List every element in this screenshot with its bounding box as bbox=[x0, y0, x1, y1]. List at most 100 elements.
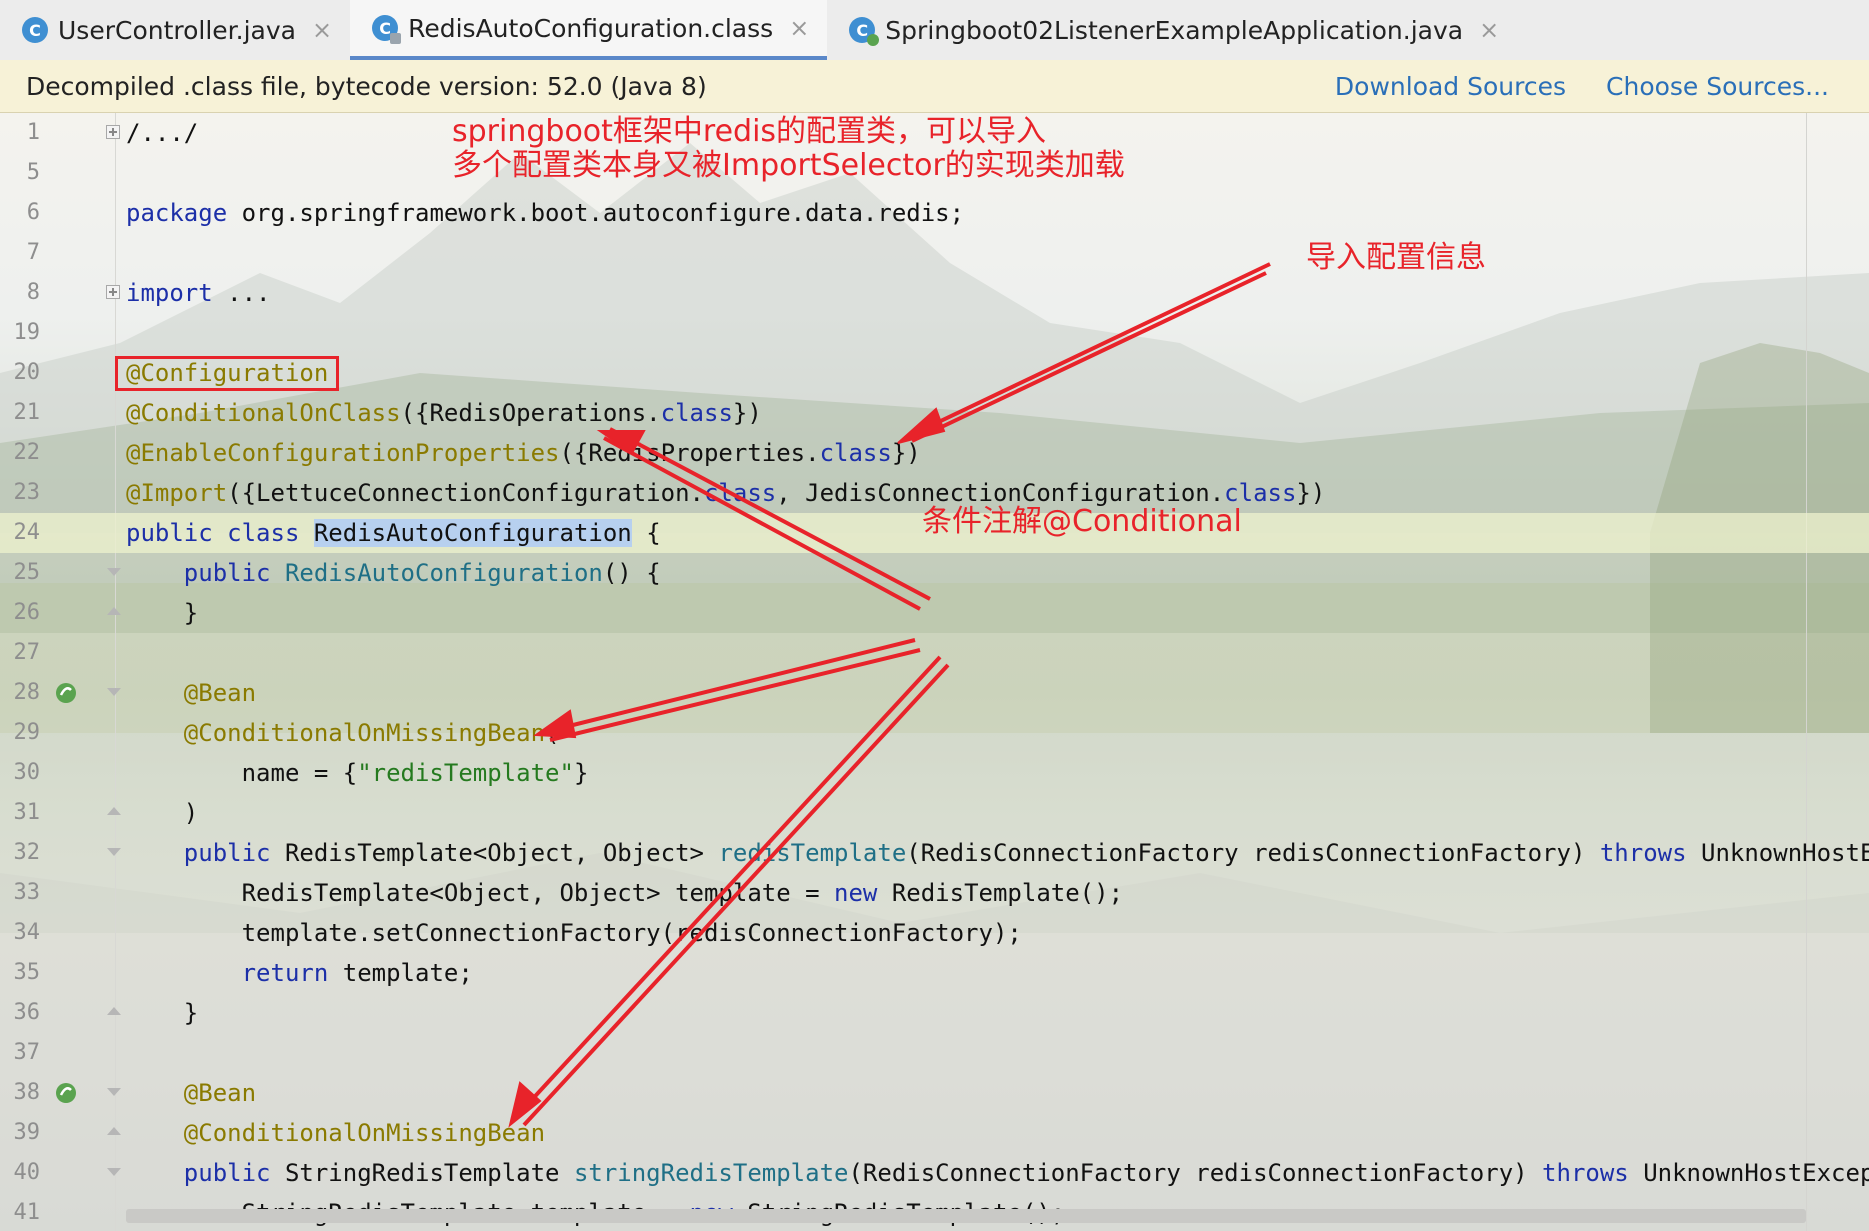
code-text[interactable]: public class RedisAutoConfiguration { bbox=[126, 513, 661, 553]
choose-sources-link[interactable]: Choose Sources... bbox=[1606, 72, 1829, 101]
code-line-8[interactable]: 8 import ... bbox=[0, 273, 1869, 313]
line-number: 1 bbox=[26, 120, 40, 145]
code-line-38[interactable]: 38 @Bean bbox=[0, 1073, 1869, 1113]
java-class-icon: C bbox=[22, 17, 48, 43]
line-number: 19 bbox=[13, 320, 41, 345]
line-number: 7 bbox=[26, 240, 40, 265]
code-line-34[interactable]: 34 template.setConnectionFactory(redisCo… bbox=[0, 913, 1869, 953]
note-redis-config-class-line2: 多个配置类本身又被ImportSelector的实现类加载 bbox=[452, 148, 1125, 183]
collapse-fold-icon[interactable] bbox=[106, 845, 121, 859]
collapse-fold-icon[interactable] bbox=[106, 805, 121, 819]
code-text[interactable]: @ConditionalOnMissingBean bbox=[126, 1113, 545, 1153]
tab-label: Springboot02ListenerExampleApplication.j… bbox=[885, 15, 1464, 45]
line-number: 39 bbox=[13, 1120, 41, 1145]
tab-user-controller[interactable]: C UserController.java × bbox=[0, 0, 350, 60]
code-text[interactable]: @ConditionalOnMissingBean( bbox=[126, 713, 560, 753]
code-line-22[interactable]: 22 @EnableConfigurationProperties({RedisP… bbox=[0, 433, 1869, 473]
code-line-30[interactable]: 30 name = {"redisTemplate"} bbox=[0, 753, 1869, 793]
code-line-37[interactable]: 37 bbox=[0, 1033, 1869, 1073]
line-number: 31 bbox=[13, 800, 41, 825]
expand-fold-icon[interactable] bbox=[106, 125, 120, 139]
close-icon[interactable]: × bbox=[312, 16, 332, 44]
code-editor[interactable]: 1 /.../ 5 6 package org.springframework.boot… bbox=[0, 113, 1869, 1231]
code-text[interactable]: /.../ bbox=[126, 113, 198, 153]
collapse-fold-icon[interactable] bbox=[106, 1125, 121, 1139]
code-line-36[interactable]: 36 } bbox=[0, 993, 1869, 1033]
collapse-fold-icon[interactable] bbox=[106, 565, 121, 579]
download-sources-link[interactable]: Download Sources bbox=[1335, 72, 1566, 101]
code-line-19[interactable]: 19 bbox=[0, 313, 1869, 353]
collapse-fold-icon[interactable] bbox=[106, 685, 121, 699]
tab-label: UserController.java bbox=[58, 15, 296, 45]
code-line-35[interactable]: 35 return template; bbox=[0, 953, 1869, 993]
note-redis-config-class-line1: springboot框架中redis的配置类，可以导入 bbox=[452, 114, 1047, 149]
line-number: 26 bbox=[13, 600, 41, 625]
code-line-28[interactable]: 28 @Bean bbox=[0, 673, 1869, 713]
note-import-config: 导入配置信息 bbox=[1306, 240, 1486, 275]
code-text[interactable]: return template; bbox=[126, 953, 473, 993]
code-text[interactable]: public RedisAutoConfiguration() { bbox=[126, 553, 661, 593]
tab-springboot-application[interactable]: C Springboot02ListenerExampleApplication… bbox=[827, 0, 1517, 60]
code-text[interactable]: } bbox=[126, 993, 198, 1033]
code-text[interactable]: import ... bbox=[126, 273, 271, 313]
code-line-33[interactable]: 33 RedisTemplate<Object, Object> templat… bbox=[0, 873, 1869, 913]
code-text[interactable]: @Bean bbox=[126, 1073, 256, 1113]
spring-app-class-icon: C bbox=[849, 17, 880, 46]
editor-tab-bar: C UserController.java × C RedisAutoConfi… bbox=[0, 0, 1869, 61]
line-number: 22 bbox=[13, 440, 41, 465]
code-line-27[interactable]: 27 bbox=[0, 633, 1869, 673]
code-text[interactable]: ) bbox=[126, 793, 198, 833]
line-number: 41 bbox=[13, 1200, 41, 1225]
line-number: 30 bbox=[13, 760, 41, 785]
close-icon[interactable]: × bbox=[1479, 16, 1499, 44]
code-text[interactable]: RedisTemplate<Object, Object> template =… bbox=[126, 873, 1123, 913]
line-number: 21 bbox=[13, 400, 41, 425]
decompiled-notification-banner: Decompiled .class file, bytecode version… bbox=[0, 60, 1869, 113]
code-line-39[interactable]: 39 @ConditionalOnMissingBean bbox=[0, 1113, 1869, 1153]
bean-navigation-icon[interactable] bbox=[54, 1081, 78, 1105]
code-line-31[interactable]: 31 ) bbox=[0, 793, 1869, 833]
code-text[interactable]: @EnableConfigurationProperties({RedisPro… bbox=[126, 433, 921, 473]
collapse-fold-icon[interactable] bbox=[106, 1005, 121, 1019]
collapse-fold-icon[interactable] bbox=[106, 1165, 121, 1179]
code-line-32[interactable]: 32 public RedisTemplate<Object, Object> … bbox=[0, 833, 1869, 873]
line-number: 25 bbox=[13, 560, 41, 585]
code-line-6[interactable]: 6 package org.springframework.boot.autoco… bbox=[0, 193, 1869, 233]
code-line-7[interactable]: 7 bbox=[0, 233, 1869, 273]
expand-fold-icon[interactable] bbox=[106, 285, 120, 299]
bean-navigation-icon[interactable] bbox=[54, 681, 78, 705]
horizontal-scrollbar[interactable] bbox=[126, 1209, 1806, 1223]
line-number: 20 bbox=[13, 360, 41, 385]
code-text[interactable]: package org.springframework.boot.autocon… bbox=[126, 193, 964, 233]
line-number: 6 bbox=[26, 200, 40, 225]
line-number: 8 bbox=[26, 280, 40, 305]
line-number: 24 bbox=[13, 520, 41, 545]
line-number: 32 bbox=[13, 840, 41, 865]
line-number: 27 bbox=[13, 640, 41, 665]
tab-label: RedisAutoConfiguration.class bbox=[408, 13, 774, 43]
code-line-26[interactable]: 26 } bbox=[0, 593, 1869, 633]
line-number: 38 bbox=[13, 1080, 41, 1105]
line-number: 29 bbox=[13, 720, 41, 745]
banner-message: Decompiled .class file, bytecode version… bbox=[26, 71, 707, 101]
close-icon[interactable]: × bbox=[789, 14, 809, 42]
line-number: 40 bbox=[13, 1160, 41, 1185]
line-number: 33 bbox=[13, 880, 41, 905]
code-line-25[interactable]: 25 public RedisAutoConfiguration() { bbox=[0, 553, 1869, 593]
code-text[interactable]: @ConditionalOnClass({RedisOperations.cla… bbox=[126, 393, 762, 433]
line-number: 23 bbox=[13, 480, 41, 505]
code-line-40[interactable]: 40 public StringRedisTemplate stringRedi… bbox=[0, 1153, 1869, 1193]
code-text[interactable]: template.setConnectionFactory(redisConne… bbox=[126, 913, 1022, 953]
code-text[interactable]: name = {"redisTemplate"} bbox=[126, 753, 589, 793]
code-text[interactable]: @Bean bbox=[126, 673, 256, 713]
line-number: 37 bbox=[13, 1040, 41, 1065]
code-line-29[interactable]: 29 @ConditionalOnMissingBean( bbox=[0, 713, 1869, 753]
configuration-highlight-box bbox=[115, 356, 339, 391]
collapse-fold-icon[interactable] bbox=[106, 1085, 121, 1099]
code-text[interactable]: public StringRedisTemplate stringRedisTe… bbox=[126, 1153, 1869, 1193]
tab-redis-auto-configuration[interactable]: C RedisAutoConfiguration.class × bbox=[350, 0, 828, 60]
code-text[interactable]: public RedisTemplate<Object, Object> red… bbox=[126, 833, 1869, 873]
code-line-21[interactable]: 21 @ConditionalOnClass({RedisOperations.c… bbox=[0, 393, 1869, 433]
code-text[interactable]: } bbox=[126, 593, 198, 633]
collapse-fold-icon[interactable] bbox=[106, 605, 121, 619]
